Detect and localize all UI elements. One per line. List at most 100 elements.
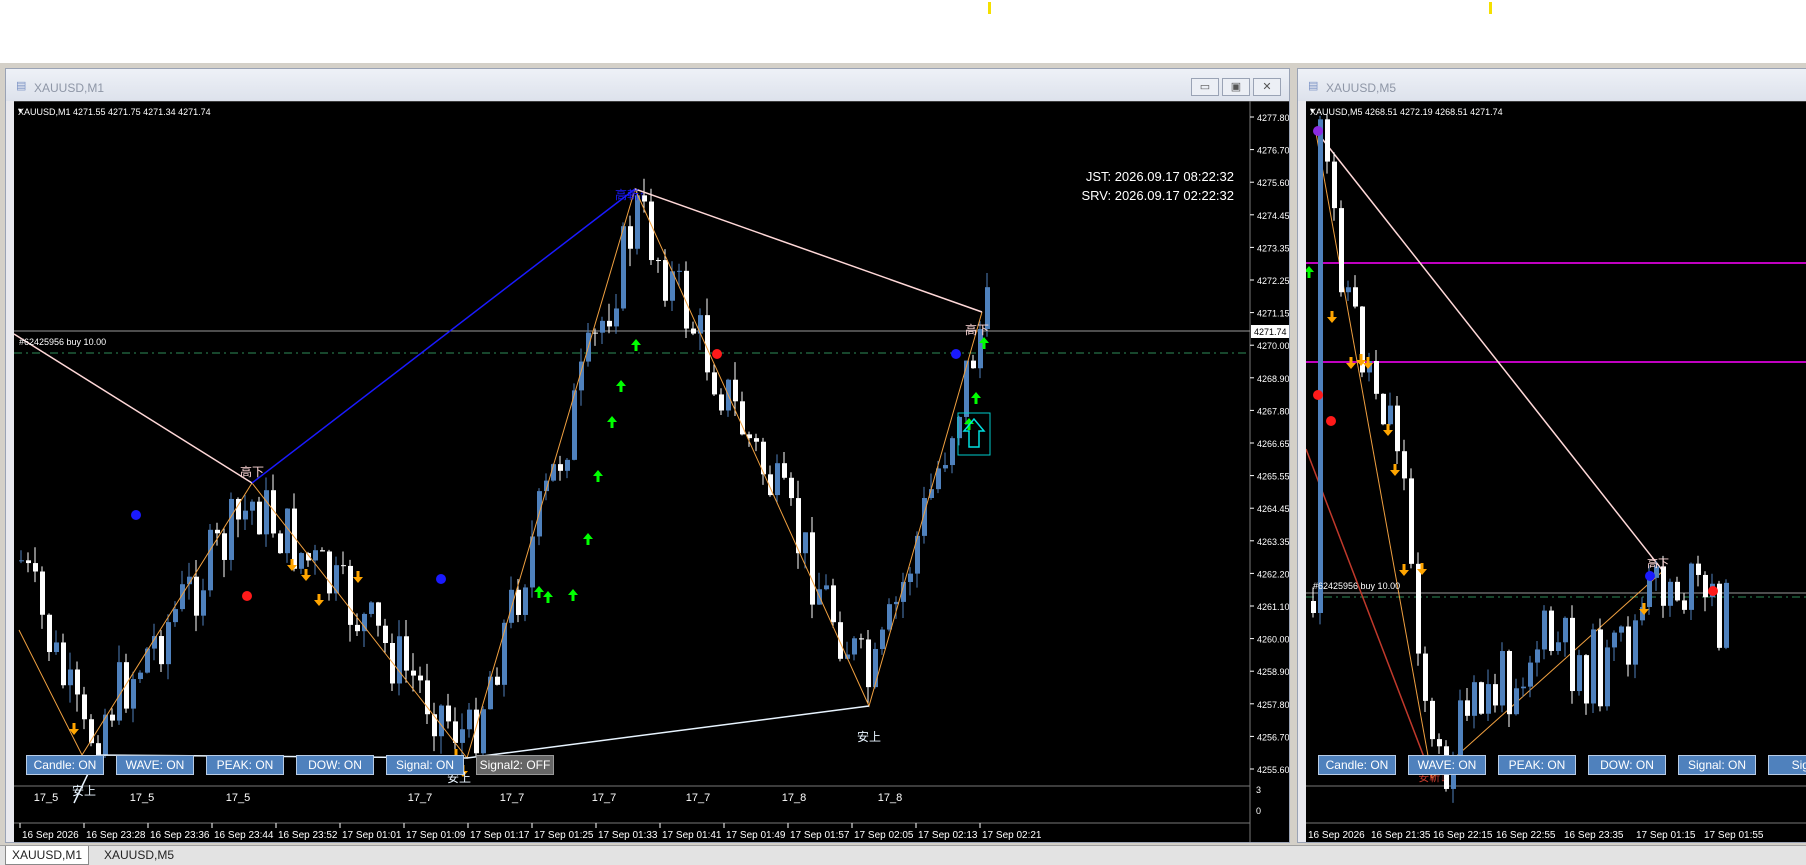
toggle-button[interactable]: Signa xyxy=(1768,755,1806,775)
time-tick-label: 17 Sep 01:09 xyxy=(406,830,466,841)
candle-body xyxy=(1402,451,1407,479)
price-chart[interactable]: 高斬↑ 高下 高下 安上 安上 安上 4271.74 4277.80 4276.70 4275… xyxy=(14,101,1290,843)
candle-body xyxy=(558,464,563,471)
tab-xauusd-m1[interactable]: XAUUSD,M1 xyxy=(5,846,90,865)
up-signal-icon xyxy=(568,589,578,601)
maximize-button[interactable]: ▣ xyxy=(1222,78,1250,96)
time-tick-label: 16 Sep 23:36 xyxy=(150,830,210,841)
candle-body xyxy=(439,705,444,737)
candle-body xyxy=(656,260,661,262)
candle-body xyxy=(971,360,976,369)
candle-body xyxy=(250,501,255,511)
candle-body xyxy=(481,709,486,754)
price-tick-label: 4273.35 xyxy=(1257,243,1290,253)
candle-body xyxy=(1472,682,1477,716)
period-label: 17_8 xyxy=(782,792,806,804)
toggle-button[interactable]: Signal2: OFF xyxy=(476,755,554,775)
candle-body xyxy=(1577,655,1582,692)
time-tick-label: 17 Sep 01:57 xyxy=(790,830,850,841)
window-titlebar[interactable]: ▤ XAUUSD,M5 xyxy=(1298,69,1806,101)
down-signal-icon xyxy=(1346,357,1356,369)
candle-body xyxy=(1584,655,1589,704)
candle-body xyxy=(348,565,353,625)
current-price-label: 4271.74 xyxy=(1254,327,1287,337)
period-label: 17_7 xyxy=(408,792,432,804)
candle-body xyxy=(607,320,612,327)
toggle-button[interactable]: DOW: ON xyxy=(296,755,374,775)
toggle-button[interactable]: PEAK: ON xyxy=(1498,755,1576,775)
signal-dot xyxy=(1313,126,1323,136)
candle-body xyxy=(565,459,570,471)
toggle-button[interactable]: PEAK: ON xyxy=(206,755,284,775)
candle-body xyxy=(516,589,521,615)
candle-body xyxy=(1395,405,1400,452)
candle-body xyxy=(418,675,423,681)
toggle-button[interactable]: DOW: ON xyxy=(1588,755,1666,775)
time-tick-label: 17 Sep 01:49 xyxy=(726,830,786,841)
price-tick-label: 4263.35 xyxy=(1257,537,1290,547)
candle-body xyxy=(1465,700,1470,716)
toggle-button[interactable]: Candle: ON xyxy=(26,755,104,775)
candle-body xyxy=(1605,647,1610,707)
chart-canvas[interactable]: 高下安斬↓ 16 Sep 2026 16 Sep 21:35 16 Sep 22:1… xyxy=(1306,101,1806,843)
candle-body xyxy=(47,614,52,653)
candle-body xyxy=(341,565,346,567)
candle-body xyxy=(411,670,416,676)
price-chart[interactable]: 高下 安斬↓ 16 Sep 2026 16 Sep 21:35 16 Sep 22:1… xyxy=(1306,101,1806,843)
candle-body xyxy=(313,550,318,561)
price-tick-label: 4270.00 xyxy=(1257,341,1290,351)
candle-body xyxy=(138,672,143,680)
minimize-button[interactable]: ▭ xyxy=(1191,78,1219,96)
header-dropdown-icon[interactable]: ▾ xyxy=(1310,106,1314,115)
time-tick-label: 17 Sep 01:33 xyxy=(598,830,658,841)
signal-dot xyxy=(436,574,446,584)
candle-body xyxy=(1661,566,1666,606)
up-signal-icon xyxy=(971,392,981,404)
candle-body xyxy=(208,529,213,591)
candle-body xyxy=(1542,610,1547,650)
toggle-button[interactable]: WAVE: ON xyxy=(116,755,194,775)
up-signal-icon xyxy=(1306,266,1314,278)
toggle-button[interactable]: Signal: ON xyxy=(386,755,464,775)
candle-body xyxy=(824,585,829,590)
period-label: 17_7 xyxy=(500,792,524,804)
toggle-button[interactable]: Candle: ON xyxy=(1318,755,1396,775)
toggle-button[interactable]: WAVE: ON xyxy=(1408,755,1486,775)
candle-body xyxy=(1521,686,1526,689)
candle-body xyxy=(404,636,409,671)
candle-body xyxy=(782,463,787,478)
candle-body xyxy=(1493,684,1498,706)
chart-window-icon: ▤ xyxy=(16,80,27,92)
time-tick-label: 17 Sep 01:01 xyxy=(342,830,402,841)
price-tick-label: 4265.55 xyxy=(1257,472,1290,482)
tab-xauusd-m5[interactable]: XAUUSD,M5 xyxy=(98,846,180,865)
down-signal-icon xyxy=(1327,311,1337,323)
peak-label: 安上 xyxy=(857,729,881,744)
header-dropdown-icon[interactable]: ▾ xyxy=(18,106,22,115)
candle-body xyxy=(166,622,171,665)
down-signal-icon xyxy=(314,594,324,606)
chart-header: XAUUSD,M5 4268.51 4272.19 4268.51 4271.7… xyxy=(1310,107,1503,117)
chart-window-m1[interactable]: ▤ XAUUSD,M1 ▭ ▣ ✕ 高斬↑ 高下 高下 安上 安上 安上 427… xyxy=(5,68,1290,843)
candle-body xyxy=(327,551,332,594)
order-label: #62425956 buy 10.00 xyxy=(1313,581,1401,591)
period-label: 17_5 xyxy=(34,792,58,804)
window-titlebar[interactable]: ▤ XAUUSD,M1 ▭ ▣ ✕ xyxy=(6,69,1289,101)
close-button[interactable]: ✕ xyxy=(1253,78,1281,96)
candle-body xyxy=(19,560,24,562)
peak-label: 高下 xyxy=(1647,556,1669,570)
toggle-button[interactable]: Signal: ON xyxy=(1678,755,1756,775)
candle-body xyxy=(733,379,738,402)
candle-body xyxy=(1612,632,1617,648)
candle-body xyxy=(446,705,451,722)
period-label: 17_7 xyxy=(686,792,710,804)
candle-body xyxy=(873,648,878,688)
time-tick-label: 17 Sep 01:17 xyxy=(470,830,530,841)
chart-canvas[interactable]: 高斬↑高下高下安上安上安上 4271.74 4277.804276.704275… xyxy=(14,101,1290,843)
candle-body xyxy=(964,360,969,417)
chart-window-m5[interactable]: ▤ XAUUSD,M5 高下 安斬↓ 16 Sep 2026 16 Sep 21:3… xyxy=(1297,68,1806,843)
candle-body xyxy=(61,642,66,686)
price-tick-label: 4261.10 xyxy=(1257,602,1290,612)
price-tick-label: 4256.70 xyxy=(1257,732,1290,742)
peak-label: 高下 xyxy=(965,322,989,337)
